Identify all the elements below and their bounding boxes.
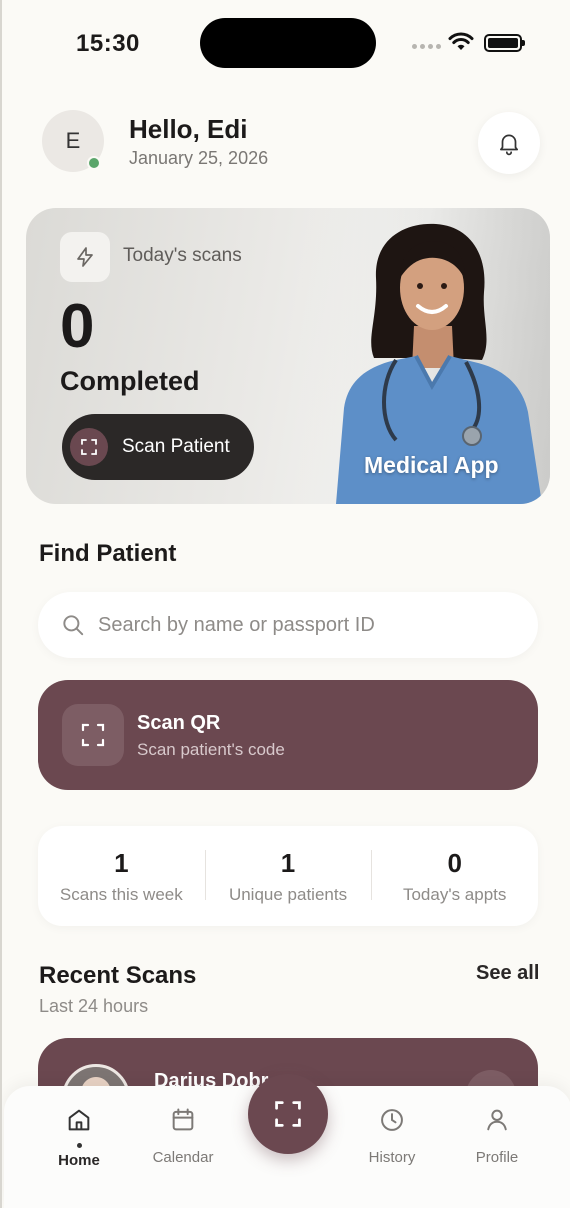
scan-qr-subtitle: Scan patient's code — [137, 740, 285, 759]
scan-fab-button[interactable] — [248, 1074, 328, 1154]
scan-patient-label: Scan Patient — [122, 436, 230, 457]
home-icon — [68, 1109, 90, 1131]
bell-icon — [500, 134, 518, 156]
tab-label: History — [368, 1149, 416, 1166]
current-date: January 25, 2026 — [129, 148, 269, 168]
clock-icon — [381, 1109, 403, 1131]
status-time: 15:30 — [76, 30, 140, 57]
dynamic-island — [200, 18, 376, 68]
active-tab-indicator — [76, 1143, 82, 1148]
qr-scan-chip — [62, 704, 124, 766]
todays-scans-count: 0 — [60, 292, 95, 361]
tab-profile[interactable]: Profile — [452, 1106, 542, 1166]
wifi-icon — [448, 32, 474, 50]
stat-label: Unique patients — [228, 884, 348, 904]
todays-scans-label: Today's scans — [123, 245, 242, 266]
stats-panel: 1 Scans this week 1 Unique patients 0 To… — [38, 826, 538, 926]
recent-scans-title: Recent Scans — [39, 962, 197, 989]
scan-qr-card[interactable]: Scan QR Scan patient's code — [38, 680, 538, 790]
tab-label: Calendar — [152, 1149, 214, 1166]
avatar-initial: E — [65, 128, 81, 153]
stat-todays-appts: 0 Today's appts — [371, 848, 538, 905]
scan-qr-title: Scan QR — [137, 712, 221, 734]
stat-value: 1 — [280, 847, 296, 878]
recent-scans-subtitle: Last 24 hours — [39, 996, 149, 1016]
search-icon — [63, 615, 84, 636]
calendar-icon — [172, 1108, 194, 1131]
completed-label: Completed — [60, 366, 200, 396]
scan-frame-icon — [81, 723, 105, 747]
greeting-title: Hello, Edi — [129, 114, 248, 144]
cellular-signal-icon — [412, 44, 441, 49]
user-icon — [487, 1109, 507, 1131]
tab-history[interactable]: History — [347, 1106, 437, 1166]
tab-calendar[interactable]: Calendar — [138, 1106, 228, 1166]
stat-value: 1 — [114, 847, 129, 878]
tab-label: Home — [58, 1152, 100, 1169]
lightning-icon — [77, 247, 93, 267]
stat-label: Scans this week — [59, 884, 183, 904]
stat-unique-patients: 1 Unique patients — [204, 847, 372, 905]
tab-label: Profile — [475, 1149, 519, 1166]
todays-scans-card: Today's scans 0 Completed Scan Patient M… — [26, 208, 550, 504]
patient-search-bar[interactable] — [38, 592, 538, 658]
lightning-chip — [60, 232, 110, 282]
find-patient-title: Find Patient — [39, 540, 177, 567]
see-all-link[interactable]: See all — [476, 962, 539, 985]
patient-search-input[interactable] — [98, 613, 498, 637]
notifications-button[interactable] — [478, 112, 540, 174]
stat-label: Today's appts — [402, 884, 507, 904]
online-status-indicator — [87, 156, 101, 170]
stat-scans-this-week: 1 Scans this week — [38, 848, 205, 905]
tab-home[interactable]: Home — [34, 1106, 124, 1169]
app-screen: 15:30 E Hello, Edi January 25, 2026 Toda… — [0, 0, 570, 1208]
battery-icon — [484, 34, 525, 52]
stat-value: 0 — [447, 847, 462, 878]
scan-patient-button[interactable]: Scan Patient — [62, 414, 254, 480]
hero-brand-text: Medical App — [364, 452, 499, 478]
scan-icon — [70, 428, 108, 466]
scan-icon — [275, 1101, 301, 1127]
status-bar: 15:30 — [2, 0, 570, 90]
